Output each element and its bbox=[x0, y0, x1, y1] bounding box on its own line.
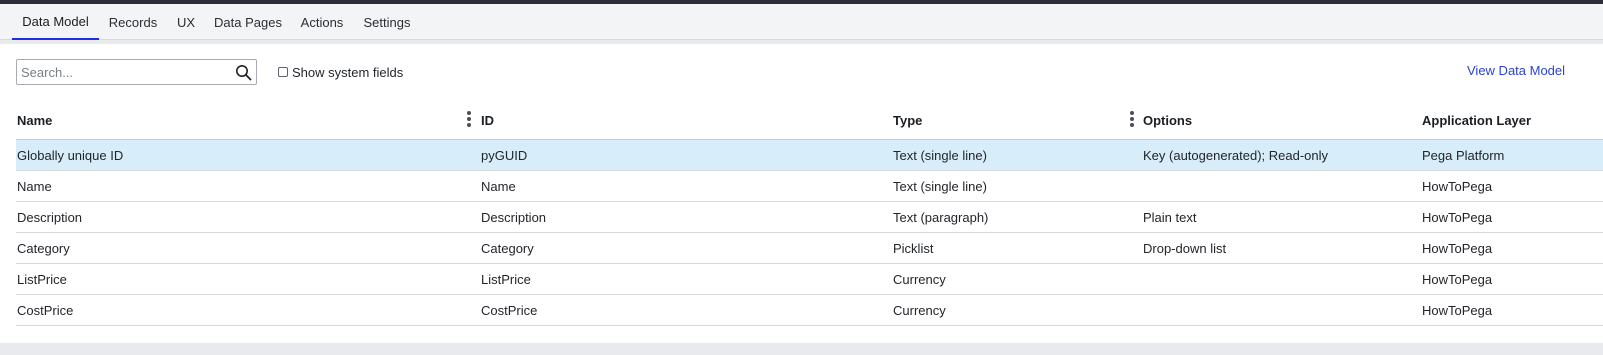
cell-id: Description bbox=[481, 209, 547, 225]
cell-type: Picklist bbox=[893, 240, 934, 256]
tab-label: Records bbox=[108, 14, 158, 30]
cell-type: Text (single line) bbox=[893, 147, 987, 163]
cell-application-layer: HowToPega bbox=[1422, 271, 1493, 287]
search-box bbox=[16, 59, 257, 85]
cell-application-layer: HowToPega bbox=[1422, 209, 1493, 225]
column-header-application-layer[interactable]: Application Layer bbox=[1422, 100, 1531, 140]
cell-name: Category bbox=[17, 240, 70, 256]
tab-bar: Data Model Records UX Data Pages Actions… bbox=[0, 4, 1603, 40]
tab-label: Actions bbox=[300, 14, 344, 30]
tab-label: Settings bbox=[363, 14, 411, 30]
column-menu-icon[interactable] bbox=[1129, 110, 1135, 128]
table-row[interactable]: Category Category Picklist Drop-down lis… bbox=[16, 233, 1603, 264]
cell-id: CostPrice bbox=[481, 302, 538, 318]
cell-type: Currency bbox=[893, 271, 946, 287]
cell-id: Category bbox=[481, 240, 534, 256]
cell-application-layer: HowToPega bbox=[1422, 240, 1493, 256]
search-input[interactable] bbox=[17, 60, 232, 84]
column-header-id[interactable]: ID bbox=[481, 100, 494, 140]
column-header-name[interactable]: Name bbox=[17, 100, 52, 140]
cell-application-layer: HowToPega bbox=[1422, 302, 1493, 318]
cell-name: Name bbox=[17, 178, 52, 194]
cell-name: ListPrice bbox=[17, 271, 67, 287]
table-row[interactable]: ListPrice ListPrice Currency HowToPega bbox=[16, 264, 1603, 295]
search-icon[interactable] bbox=[235, 64, 252, 81]
tab-label: Data Pages bbox=[214, 14, 282, 30]
view-data-model-link[interactable]: View Data Model bbox=[1467, 63, 1565, 78]
table-row[interactable]: Description Description Text (paragraph)… bbox=[16, 202, 1603, 233]
data-model-panel: Show system fields View Data Model Name … bbox=[0, 44, 1603, 343]
tab-actions[interactable]: Actions bbox=[295, 4, 349, 40]
table-row[interactable]: CostPrice CostPrice Currency HowToPega bbox=[16, 295, 1603, 326]
show-system-fields-label: Show system fields bbox=[292, 64, 404, 80]
cell-options: Plain text bbox=[1143, 209, 1197, 225]
cell-name: Description bbox=[17, 209, 83, 225]
cell-options: Drop-down list bbox=[1143, 240, 1227, 256]
tab-ux[interactable]: UX bbox=[171, 4, 201, 40]
cell-name: Globally unique ID bbox=[17, 147, 124, 163]
tab-settings[interactable]: Settings bbox=[359, 4, 415, 40]
column-header-options[interactable]: Options bbox=[1143, 100, 1192, 140]
show-system-fields-checkbox[interactable] bbox=[278, 67, 288, 77]
tab-records[interactable]: Records bbox=[104, 4, 162, 40]
cell-id: ListPrice bbox=[481, 271, 531, 287]
cell-id: pyGUID bbox=[481, 147, 528, 163]
column-menu-icon[interactable] bbox=[466, 110, 472, 128]
cell-type: Text (single line) bbox=[893, 178, 987, 194]
tab-data-model[interactable]: Data Model bbox=[12, 4, 99, 40]
table-header: Name ID Type Options Application Layer bbox=[16, 100, 1603, 140]
tab-data-pages[interactable]: Data Pages bbox=[211, 4, 285, 40]
column-header-type[interactable]: Type bbox=[893, 100, 922, 140]
cell-type: Currency bbox=[893, 302, 946, 318]
cell-application-layer: HowToPega bbox=[1422, 178, 1493, 194]
tab-label: UX bbox=[176, 14, 196, 30]
cell-options: Key (autogenerated); Read-only bbox=[1143, 147, 1329, 163]
table-row[interactable]: Name Name Text (single line) HowToPega bbox=[16, 171, 1603, 202]
show-system-fields: Show system fields bbox=[278, 64, 403, 80]
cell-id: Name bbox=[481, 178, 516, 194]
data-model-table: Name ID Type Options Application Layer G… bbox=[16, 100, 1603, 326]
cell-type: Text (paragraph) bbox=[893, 209, 989, 225]
cell-application-layer: Pega Platform bbox=[1422, 147, 1505, 163]
tab-label: Data Model bbox=[22, 13, 89, 29]
table-row[interactable]: Globally unique ID pyGUID Text (single l… bbox=[16, 140, 1603, 171]
cell-name: CostPrice bbox=[17, 302, 74, 318]
